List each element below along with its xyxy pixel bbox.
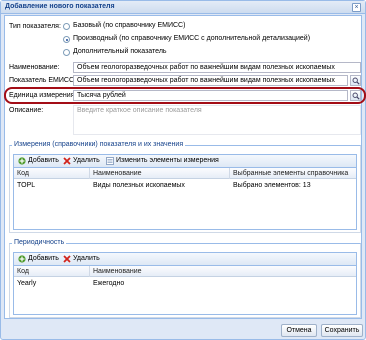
close-icon[interactable]: × bbox=[352, 3, 361, 12]
dimensions-grid-header: Код Наименование Выбранные элементы спра… bbox=[14, 168, 356, 179]
dimensions-add-button[interactable]: Добавить bbox=[18, 157, 59, 166]
delete-icon bbox=[63, 255, 71, 263]
add-indicator-dialog: Добавление нового показателя × Тип показ… bbox=[0, 0, 366, 340]
radio-additional-label: Дополнительный показатель bbox=[73, 48, 167, 55]
dimensions-grid: Добавить Удалить Изменить элементы измер… bbox=[13, 154, 357, 230]
unit-highlight-frame bbox=[4, 87, 366, 104]
periodicity-delete-button[interactable]: Удалить bbox=[63, 255, 101, 264]
edit-elements-icon bbox=[106, 157, 114, 165]
dimensions-delete-button[interactable]: Удалить bbox=[63, 157, 101, 166]
dimensions-toolbar: Добавить Удалить Изменить элементы измер… bbox=[14, 155, 356, 168]
periodicity-fieldset: Периодичность Добавить Удалить Код Наиме… bbox=[9, 239, 361, 318]
radio-additional-circle[interactable] bbox=[63, 49, 70, 56]
radio-base-circle[interactable] bbox=[63, 23, 70, 30]
emiss-search-button[interactable] bbox=[350, 75, 361, 86]
row-name: Виды полезных ископаемых bbox=[93, 182, 185, 189]
emiss-label: Показатель ЕМИСС: bbox=[9, 77, 76, 84]
radio-derived[interactable]: Производный (по справочнику ЕМИСС с допо… bbox=[63, 35, 353, 44]
radio-base-label: Базовый (по справочнику ЕМИСС) bbox=[73, 22, 186, 29]
table-row[interactable]: TOPL Виды полезных ископаемых Выбрано эл… bbox=[14, 180, 356, 191]
periodicity-toolbar: Добавить Удалить bbox=[14, 253, 356, 266]
radio-base[interactable]: Базовый (по справочнику ЕМИСС) bbox=[63, 22, 303, 31]
save-button[interactable]: Сохранить bbox=[321, 324, 363, 337]
dialog-title: Добавление нового показателя bbox=[5, 3, 115, 10]
row-name: Ежегодно bbox=[93, 280, 125, 287]
periodicity-legend: Периодичность bbox=[12, 239, 67, 246]
row-selected: Выбрано элементов: 13 bbox=[233, 182, 311, 189]
name-label: Наименование: bbox=[9, 64, 60, 71]
search-icon bbox=[352, 77, 360, 85]
periodicity-grid-header: Код Наименование bbox=[14, 266, 356, 277]
delete-icon bbox=[63, 157, 71, 165]
periodicity-add-button[interactable]: Добавить bbox=[18, 255, 59, 264]
indicator-type-label: Тип показателя: bbox=[9, 23, 61, 30]
description-field[interactable]: Введите краткое описание показателя bbox=[73, 105, 361, 135]
table-row[interactable]: Yearly Ежегодно bbox=[14, 278, 356, 289]
periodicity-grid: Добавить Удалить Код Наименование Yearly… bbox=[13, 252, 357, 315]
radio-additional[interactable]: Дополнительный показатель bbox=[63, 48, 263, 57]
column-header-code[interactable]: Код bbox=[14, 266, 90, 277]
emiss-field[interactable]: Объем геологоразведочных работ по важней… bbox=[73, 75, 348, 86]
dimensions-delete-label: Удалить bbox=[73, 157, 100, 164]
periodicity-add-label: Добавить bbox=[28, 255, 59, 262]
radio-derived-circle[interactable] bbox=[63, 36, 70, 43]
dimensions-fieldset: Измерения (справочники) показателя и их … bbox=[9, 141, 361, 233]
name-field[interactable]: Объем геологоразведочных работ по важней… bbox=[73, 62, 361, 73]
add-icon bbox=[18, 255, 26, 263]
periodicity-delete-label: Удалить bbox=[73, 255, 100, 262]
dimensions-edit-label: Изменить элементы измерения bbox=[116, 157, 219, 164]
dimensions-edit-button[interactable]: Изменить элементы измерения bbox=[106, 157, 219, 166]
cancel-button[interactable]: Отмена bbox=[281, 324, 317, 337]
add-icon bbox=[18, 157, 26, 165]
dialog-titlebar[interactable]: Добавление нового показателя × bbox=[1, 1, 365, 14]
column-header-name[interactable]: Наименование bbox=[90, 168, 230, 179]
dimensions-legend: Измерения (справочники) показателя и их … bbox=[12, 141, 186, 148]
column-header-name[interactable]: Наименование bbox=[90, 266, 358, 277]
column-header-code[interactable]: Код bbox=[14, 168, 90, 179]
row-code: TOPL bbox=[17, 182, 36, 189]
dimensions-add-label: Добавить bbox=[28, 157, 59, 164]
column-header-selected[interactable]: Выбранные элементы справочника bbox=[230, 168, 358, 179]
radio-derived-label: Производный (по справочнику ЕМИСС с допо… bbox=[73, 35, 311, 42]
description-label: Описание: bbox=[9, 107, 44, 114]
row-code: Yearly bbox=[17, 280, 37, 287]
